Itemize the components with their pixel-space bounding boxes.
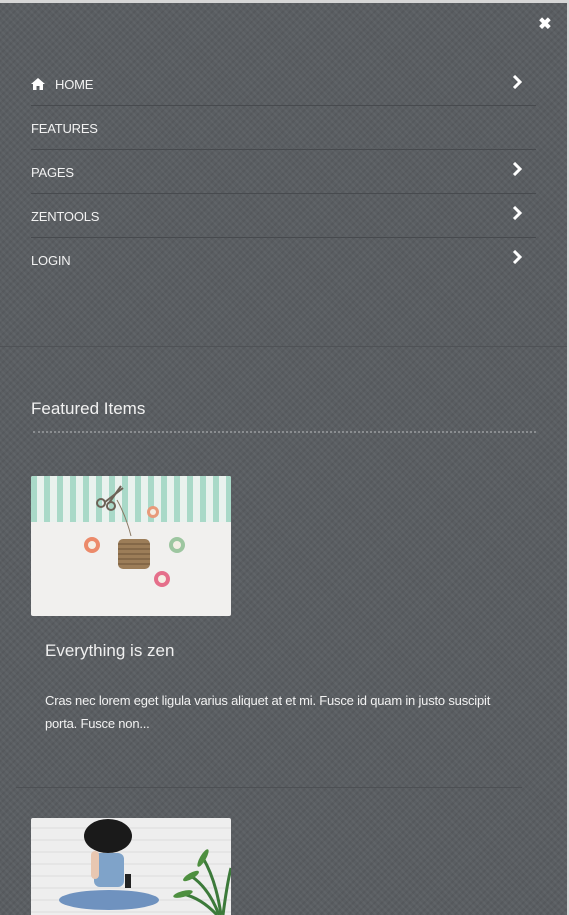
menu-item-label: LOGIN xyxy=(31,253,71,268)
chevron-right-icon[interactable] xyxy=(512,75,522,89)
dotted-divider xyxy=(33,431,536,433)
menu-item-login[interactable]: LOGIN xyxy=(31,238,536,282)
menu-item-label: PAGES xyxy=(31,165,74,180)
chevron-right-icon[interactable] xyxy=(512,250,522,264)
offcanvas-menu: HOME FEATURES PAGES ZENTOOLS LOGIN xyxy=(31,62,536,282)
washi-tape-and-twine-photo[interactable] xyxy=(31,476,231,616)
home-icon xyxy=(31,78,45,90)
chevron-right-icon[interactable] xyxy=(512,206,522,220)
menu-item-features[interactable]: FEATURES xyxy=(31,106,536,150)
top-border xyxy=(0,0,569,3)
chevron-right-icon[interactable] xyxy=(512,162,522,176)
menu-item-label: ZENTOOLS xyxy=(31,209,100,224)
featured-item-description: Cras nec lorem eget ligula varius alique… xyxy=(45,693,491,731)
person-with-hat-and-plant-photo[interactable] xyxy=(31,818,231,915)
close-icon[interactable]: ✖ xyxy=(536,16,554,34)
featured-item-title[interactable]: Everything is zen xyxy=(45,641,174,661)
menu-item-label: FEATURES xyxy=(31,121,98,136)
menu-item-label: HOME xyxy=(55,77,94,92)
menu-item-zentools[interactable]: ZENTOOLS xyxy=(31,194,536,238)
featured-items-heading: Featured Items xyxy=(31,399,146,418)
section-divider xyxy=(0,346,567,347)
menu-item-home[interactable]: HOME xyxy=(31,62,536,106)
menu-item-pages[interactable]: PAGES xyxy=(31,150,536,194)
item-divider xyxy=(16,787,522,788)
